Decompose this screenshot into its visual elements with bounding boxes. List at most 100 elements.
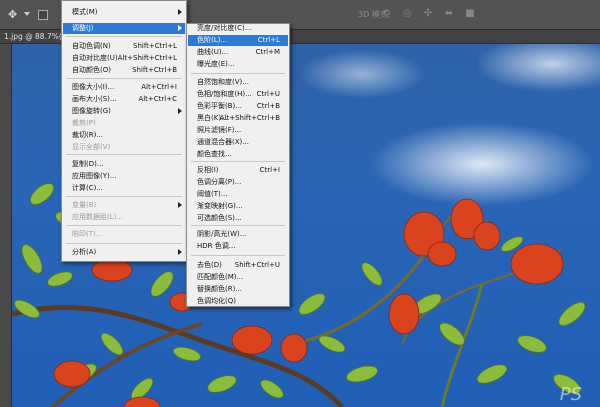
adjust-menu-item[interactable]: 匹配颜色(M)... <box>188 272 288 283</box>
adjust-menu-item-label: 替换颜色(R)... <box>197 285 243 293</box>
image-menu-item-label: 自动颜色(O) <box>72 66 111 74</box>
adjust-menu-item-shortcut: Ctrl+B <box>256 102 280 110</box>
chevron-down-icon[interactable] <box>24 12 30 16</box>
image-menu-item: 变量(B) <box>63 200 185 211</box>
adjust-menu-item[interactable]: 色相/饱和度(H)... Ctrl+U <box>188 89 288 100</box>
adjust-menu-item-label: 色彩平衡(B)... <box>197 102 242 110</box>
adjust-menu-item-shortcut: Ctrl+U <box>256 90 280 98</box>
vertical-ruler <box>0 44 12 407</box>
image-menu-item[interactable]: 模式(M) <box>63 7 185 18</box>
menu-separator <box>66 225 182 226</box>
menu-separator <box>191 161 285 162</box>
submenu-arrow-icon <box>178 202 182 208</box>
image-menu-item[interactable]: 自动对比度(U) Alt+Shift+Ctrl+L <box>63 53 185 64</box>
move-tool-icon[interactable]: ✥ <box>8 9 20 21</box>
submenu-arrow-icon <box>178 108 182 114</box>
orbit-icon[interactable]: ⟲ <box>380 8 392 20</box>
adjust-menu-item[interactable]: HDR 色调... <box>188 241 288 252</box>
adjustments-submenu: 亮度/对比度(C)... 色阶(L)... Ctrl+L 曲线(U)... Ctrl+M… <box>186 23 290 307</box>
menu-separator <box>66 36 182 37</box>
adjust-menu-item[interactable]: 替换颜色(R)... <box>188 284 288 295</box>
adjust-menu-item-label: 色相/饱和度(H)... <box>197 90 252 98</box>
image-menu: 模式(M) 调整(J) 自动色调(N) Shift+Ctrl+L 自动对比度(U) Alt… <box>61 0 187 262</box>
adjust-menu-item-label: 颜色查找... <box>197 150 232 158</box>
camera-icon[interactable]: ■ <box>464 8 476 20</box>
image-menu-item-label: 裁切(R)... <box>72 131 104 139</box>
menu-separator <box>191 255 285 256</box>
image-menu-item-label: 自动色调(N) <box>72 42 111 50</box>
adjust-menu-item-label: 阈值(T)... <box>197 190 228 198</box>
adjust-menu-item-shortcut: Shift+Ctrl+U <box>234 261 280 269</box>
image-menu-item[interactable]: 计算(C)... <box>63 183 185 194</box>
adjust-menu-item-label: 通道混合器(X)... <box>197 138 249 146</box>
image-menu-item[interactable]: 自动颜色(O) Shift+Ctrl+B <box>63 65 185 76</box>
pan-icon[interactable]: ✣ <box>422 8 434 20</box>
image-menu-item-label: 复制(D)... <box>72 160 104 168</box>
adjust-menu-item[interactable]: 色阶(L)... Ctrl+L <box>188 35 288 46</box>
image-menu-item-label: 陷印(T)... <box>72 230 103 238</box>
image-menu-item[interactable]: 画布大小(S)... Alt+Ctrl+C <box>63 94 185 105</box>
adjust-menu-item[interactable]: 阈值(T)... <box>188 189 288 200</box>
adjust-menu-item[interactable]: 渐变映射(G)... <box>188 201 288 212</box>
adjust-menu-item[interactable]: 照片滤镜(F)... <box>188 125 288 136</box>
image-menu-item[interactable]: 调整(J) <box>63 23 185 34</box>
image-menu-item[interactable]: 图像大小(I)... Alt+Ctrl+I <box>63 82 185 93</box>
adjust-menu-item[interactable]: 可选颜色(S)... <box>188 213 288 224</box>
image-menu-item-shortcut: Alt+Ctrl+C <box>138 95 177 103</box>
adjust-menu-item-label: 曝光度(E)... <box>197 60 235 68</box>
image-menu-item[interactable]: 图像旋转(G) <box>63 106 185 117</box>
adjust-menu-item[interactable]: 曝光度(E)... <box>188 59 288 70</box>
image-menu-item-label: 应用图像(Y)... <box>72 172 117 180</box>
adjust-menu-item-shortcut: Ctrl+L <box>257 36 280 44</box>
submenu-arrow-icon <box>178 25 182 31</box>
image-menu-item-label: 分析(A) <box>72 248 97 256</box>
image-menu-item-label: 计算(C)... <box>72 184 104 192</box>
adjust-menu-item[interactable]: 自然饱和度(V)... <box>188 77 288 88</box>
adjust-menu-item[interactable]: 反相(I) Ctrl+I <box>188 165 288 176</box>
document-tab[interactable]: 1.jpg @ 88.7%(R <box>4 32 67 41</box>
adjust-menu-item-label: 曲线(U)... <box>197 48 229 56</box>
adjust-menu-item[interactable]: 色调均化(Q) <box>188 296 288 307</box>
image-menu-item[interactable]: 应用图像(Y)... <box>63 171 185 182</box>
image-menu-item-label: 变量(B) <box>72 201 97 209</box>
image-menu-item: 陷印(T)... <box>63 229 185 240</box>
adjust-menu-item-label: 去色(D) <box>197 261 222 269</box>
submenu-arrow-icon <box>178 249 182 255</box>
adjust-menu-item[interactable]: 通道混合器(X)... <box>188 137 288 148</box>
adjust-menu-item-label: 照片滤镜(F)... <box>197 126 242 134</box>
menu-separator <box>66 196 182 197</box>
image-menu-item-shortcut: Shift+Ctrl+B <box>132 66 177 74</box>
adjust-menu-item-label: 色调均化(Q) <box>197 297 236 305</box>
image-menu-item-label: 图像旋转(G) <box>72 107 111 115</box>
slide-icon[interactable]: ⬌ <box>443 8 455 20</box>
adjust-menu-item-label: 阴影/高光(W)... <box>197 230 247 238</box>
adjust-menu-item[interactable]: 色调分离(P)... <box>188 177 288 188</box>
auto-select-checkbox[interactable] <box>38 10 48 20</box>
menu-separator <box>66 243 182 244</box>
adjust-menu-item-label: 可选颜色(S)... <box>197 214 242 222</box>
menu-separator <box>191 225 285 226</box>
image-menu-item[interactable]: 复制(D)... <box>63 159 185 170</box>
image-menu-item: 裁剪(P) <box>63 118 185 129</box>
image-menu-item-label: 应用数据组(L)... <box>72 213 124 221</box>
roll-icon[interactable]: ◎ <box>401 8 413 20</box>
image-menu-item[interactable]: 自动色调(N) Shift+Ctrl+L <box>63 41 185 52</box>
image-menu-item[interactable]: 分析(A) <box>63 247 185 258</box>
adjust-menu-item[interactable]: 黑白(K)... Alt+Shift+Ctrl+B <box>188 113 288 124</box>
image-menu-item[interactable]: 裁切(R)... <box>63 130 185 141</box>
menu-separator <box>66 154 182 155</box>
adjust-menu-item[interactable]: 颜色查找... <box>188 149 288 160</box>
adjust-menu-item[interactable]: 亮度/对比度(C)... <box>188 23 288 34</box>
adjust-menu-item[interactable]: 曲线(U)... Ctrl+M <box>188 47 288 58</box>
image-menu-item-shortcut: Shift+Ctrl+L <box>133 42 177 50</box>
adjust-menu-item[interactable]: 色彩平衡(B)... Ctrl+B <box>188 101 288 112</box>
image-menu-item-label: 模式(M) <box>72 8 98 16</box>
image-menu-item-label: 调整(J) <box>72 24 94 32</box>
image-menu-item-shortcut: Alt+Shift+Ctrl+L <box>117 54 177 62</box>
adjust-menu-item-shortcut: Ctrl+I <box>259 166 280 174</box>
adjust-menu-item-label: 自然饱和度(V)... <box>197 78 249 86</box>
adjust-menu-item[interactable]: 去色(D) Shift+Ctrl+U <box>188 260 288 271</box>
submenu-arrow-icon <box>178 9 182 15</box>
adjust-menu-item[interactable]: 阴影/高光(W)... <box>188 229 288 240</box>
image-menu-item-label: 裁剪(P) <box>72 119 96 127</box>
